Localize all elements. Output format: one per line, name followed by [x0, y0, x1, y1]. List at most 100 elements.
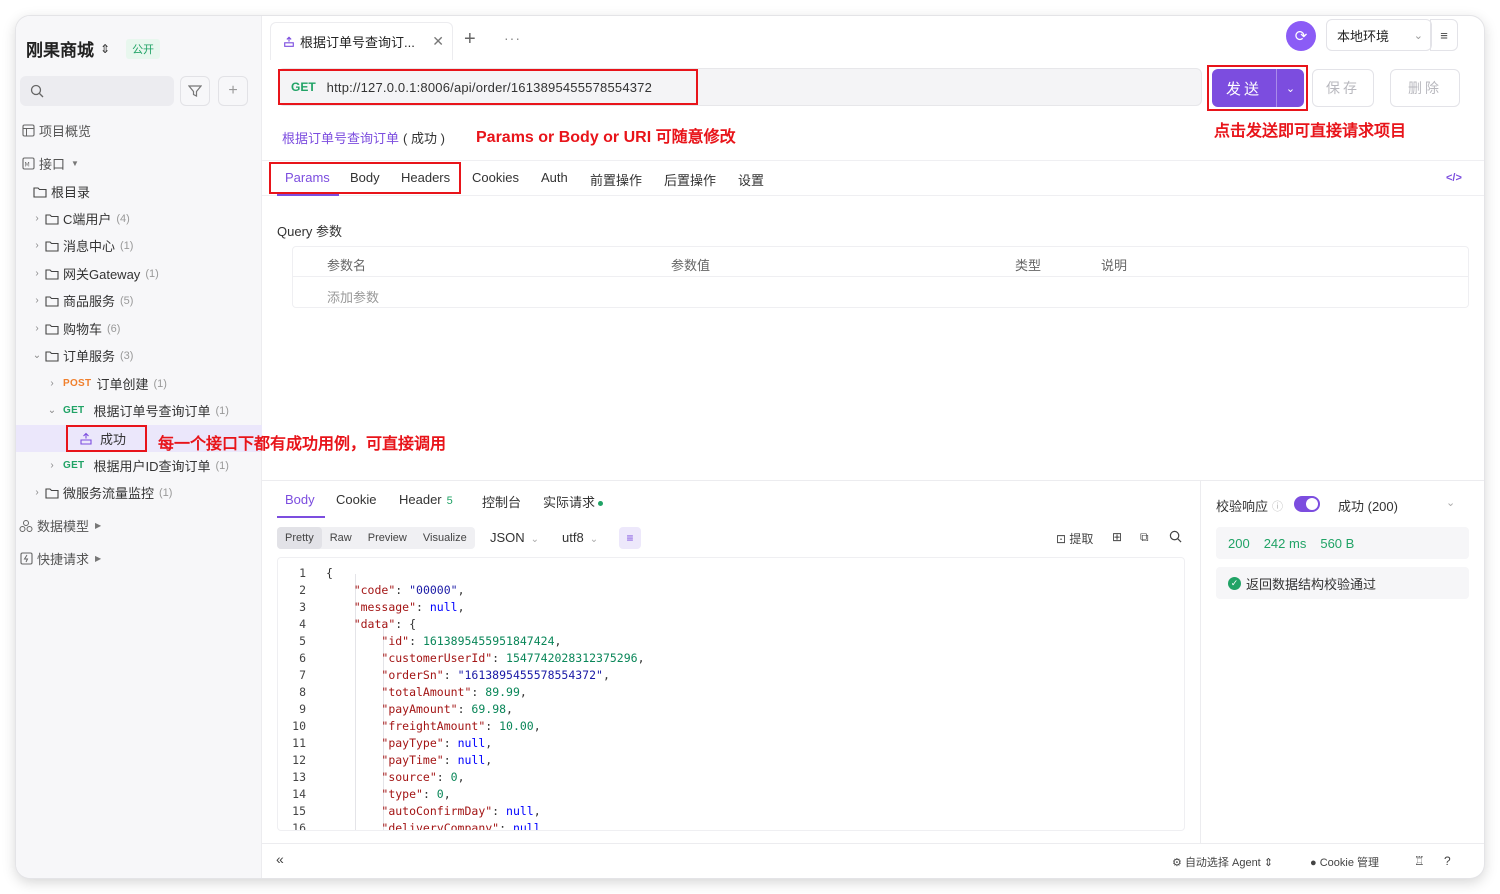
folder-message-center[interactable]: › 消息中心 (1): [16, 232, 262, 259]
code-line: 8 "totalAmount": 89.99,: [278, 684, 1184, 701]
code-line: 4 "data": {: [278, 616, 1184, 633]
folder-product[interactable]: › 商品服务 (5): [16, 287, 262, 314]
project-switcher[interactable]: 刚果商城 ⇕ 公开: [26, 36, 161, 61]
hamburger-icon: ≡: [1440, 27, 1448, 43]
nav-data-models[interactable]: 数据模型 ▶: [18, 512, 264, 539]
format-pretty[interactable]: Pretty: [277, 527, 322, 549]
extract-button[interactable]: ⊡ 提取: [1056, 530, 1093, 547]
tree-count: (1): [159, 486, 173, 499]
filter-button[interactable]: [180, 76, 210, 106]
validation-result: ✓ 返回数据结构校验通过: [1216, 567, 1469, 599]
folder-gateway[interactable]: › 网关Gateway (1): [16, 260, 262, 287]
nav-project-overview[interactable]: 项目概览: [20, 117, 266, 144]
wrap-lines-button[interactable]: ≡: [619, 527, 641, 549]
encoding-select[interactable]: utf8 ⌄: [562, 530, 598, 545]
environment-label: 本地环境: [1337, 28, 1390, 44]
url-input[interactable]: GET http://127.0.0.1:8006/api/order/1613…: [278, 68, 1202, 106]
tab-pre-script[interactable]: 前置操作: [590, 170, 642, 189]
send-button[interactable]: 发送 ⌄: [1212, 69, 1304, 107]
resp-tab-console[interactable]: 控制台: [482, 492, 521, 511]
folder-icon: [44, 293, 60, 309]
search-icon: [30, 84, 44, 98]
code-icon[interactable]: </>: [1446, 172, 1462, 184]
save-response-icon[interactable]: ⊞: [1112, 530, 1122, 544]
code-text: "id": 1613895455951847424,: [381, 634, 562, 648]
cookie-manager[interactable]: ● Cookie 管理: [1310, 854, 1379, 870]
menu-button[interactable]: ≡: [1430, 19, 1458, 51]
tab-cookies[interactable]: Cookies: [472, 170, 519, 185]
new-tab-button[interactable]: +: [464, 28, 476, 51]
api-order-create[interactable]: › POST 订单创建 (1): [16, 370, 262, 397]
folder-cart[interactable]: › 购物车 (6): [16, 315, 262, 342]
save-button[interactable]: 保存: [1312, 69, 1374, 107]
tree-count: (6): [107, 322, 121, 335]
response-metrics: 200 242 ms 560 B: [1216, 527, 1469, 559]
tab-body[interactable]: Body: [350, 170, 380, 185]
response-case-select[interactable]: 成功 (200): [1338, 496, 1398, 515]
header-count: 5: [446, 495, 453, 507]
tree-label: 商品服务: [63, 294, 116, 309]
add-param-input[interactable]: 添加参数: [327, 287, 379, 306]
resp-tab-cookie[interactable]: Cookie: [336, 492, 376, 507]
code-text: "freightAmount": 10.00,: [381, 719, 541, 733]
language-select[interactable]: JSON ⌄: [490, 530, 539, 545]
format-raw[interactable]: Raw: [322, 527, 360, 549]
chevron-down-icon[interactable]: ⌄: [1276, 69, 1304, 107]
api-query-by-order-sn[interactable]: ⌄ GET 根据订单号查询订单 (1): [16, 397, 262, 424]
resp-tab-actual-request[interactable]: 实际请求: [543, 492, 604, 511]
caret-down-icon: ▼: [71, 159, 79, 168]
search-input[interactable]: [20, 76, 174, 106]
folder-order[interactable]: ⌄ 订单服务 (3): [16, 342, 262, 369]
api-icon: M: [20, 156, 36, 172]
tab-headers[interactable]: Headers: [401, 170, 450, 185]
chevron-right-icon: ›: [35, 323, 39, 334]
help-icon[interactable]: ?: [1444, 854, 1451, 868]
shirt-icon[interactable]: ♖: [1414, 854, 1425, 868]
chevron-down-icon: ⌄: [47, 405, 57, 416]
nav-interfaces[interactable]: M 接口 ▼: [20, 150, 266, 177]
folder-icon: [32, 184, 48, 200]
nav-label: 数据模型: [37, 519, 90, 534]
delete-button[interactable]: 删除: [1390, 69, 1460, 107]
sync-icon[interactable]: ⟳: [1286, 21, 1316, 51]
method-select[interactable]: GET: [291, 80, 316, 94]
col-description: 说明: [1101, 258, 1128, 273]
code-line: 7 "orderSn": "1613895455578554372",: [278, 667, 1184, 684]
format-visualize[interactable]: Visualize: [415, 527, 475, 549]
close-icon[interactable]: ✕: [432, 33, 444, 50]
help-icon[interactable]: ⓘ: [1272, 498, 1283, 514]
folder-traffic-monitor[interactable]: › 微服务流量监控 (1): [16, 479, 262, 506]
tab-settings[interactable]: 设置: [738, 170, 764, 189]
tree-label: 成功: [100, 432, 127, 447]
resp-tab-body[interactable]: Body: [285, 492, 315, 507]
nav-quick-requests[interactable]: 快捷请求 ▶: [18, 545, 264, 572]
code-line: 13 "source": 0,: [278, 769, 1184, 786]
active-tab-indicator: [277, 516, 325, 518]
chevron-down-icon[interactable]: ⌄: [1446, 496, 1455, 509]
validate-toggle[interactable]: [1294, 496, 1320, 512]
add-button[interactable]: +: [218, 76, 248, 106]
method-badge: POST: [63, 378, 92, 389]
format-preview[interactable]: Preview: [360, 527, 415, 549]
search-icon[interactable]: [1169, 530, 1182, 546]
tree-root[interactable]: 根目录: [16, 178, 262, 205]
extract-label: 提取: [1069, 532, 1094, 546]
copy-icon[interactable]: ⧉: [1140, 530, 1149, 545]
collapse-sidebar-icon[interactable]: «: [276, 851, 284, 867]
tab-post-script[interactable]: 后置操作: [664, 170, 716, 189]
resp-tab-header[interactable]: Header 5: [399, 492, 453, 507]
chevron-updown-icon: ⇕: [100, 41, 111, 56]
more-icon[interactable]: ···: [504, 30, 521, 46]
api-query-by-user-id[interactable]: › GET 根据用户ID查询订单 (1): [16, 452, 262, 479]
nav-label: 项目概览: [39, 124, 92, 139]
environment-select[interactable]: 本地环境 ⌄: [1326, 19, 1432, 51]
folder-c-user[interactable]: › C端用户 (4): [16, 205, 262, 232]
filter-icon: [188, 85, 202, 97]
response-code-viewer[interactable]: 1{2 "code": "00000", 3 "message": null, 4 …: [277, 557, 1185, 831]
tab-request[interactable]: 根据订单号查询订... ✕: [270, 22, 453, 60]
tab-params[interactable]: Params: [285, 170, 330, 185]
agent-select[interactable]: ⚙ 自动选择 Agent ⇕: [1172, 854, 1273, 870]
code-line: 15 "autoConfirmDay": null,: [278, 803, 1184, 820]
tab-auth[interactable]: Auth: [541, 170, 568, 185]
request-name[interactable]: 根据订单号查询订单( 成功 ): [282, 128, 445, 147]
